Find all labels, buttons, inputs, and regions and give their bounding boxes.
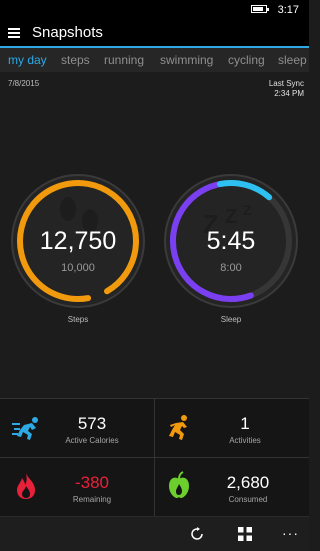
- tab-sleep[interactable]: sleep: [278, 53, 307, 67]
- tab-swimming[interactable]: swimming: [160, 53, 213, 67]
- sleep-goal: 8:00: [220, 262, 242, 274]
- steps-goal: 10,000: [61, 262, 95, 274]
- remaining-value: -380: [74, 473, 110, 492]
- tab-cycling[interactable]: cycling: [228, 53, 265, 67]
- active-calories-value: 573: [77, 414, 107, 433]
- sync-icon[interactable]: [189, 526, 205, 542]
- more-icon[interactable]: ···: [282, 525, 299, 541]
- flame-icon: [17, 473, 35, 499]
- status-time: 3:17: [277, 4, 299, 16]
- sleep-ring[interactable]: Z Z Z 5:45 8:00: [163, 173, 299, 309]
- tab-running[interactable]: running: [104, 53, 144, 67]
- sync-time: 2:34 PM: [274, 89, 304, 98]
- running-person-icon: [12, 417, 38, 440]
- sync-label: Last Sync: [268, 79, 304, 88]
- svg-text:Z: Z: [243, 202, 252, 218]
- app-header: Snapshots: [0, 20, 309, 48]
- page-title: Snapshots: [32, 24, 103, 41]
- divider: [154, 399, 155, 516]
- grid-icon[interactable]: [238, 527, 252, 541]
- last-sync: Last Sync 2:34 PM: [269, 79, 304, 99]
- sleep-value: 5:45: [206, 227, 256, 255]
- current-date: 7/8/2015: [8, 79, 40, 88]
- activities-value: 1: [240, 414, 250, 433]
- app-bar: ···: [0, 516, 309, 551]
- svg-text:Z: Z: [225, 206, 237, 228]
- activities-label: Activities: [229, 436, 261, 445]
- tab-steps[interactable]: steps: [61, 53, 90, 67]
- steps-value: 12,750: [39, 227, 117, 255]
- remaining-label: Remaining: [72, 495, 112, 504]
- tab-my-day[interactable]: my day: [8, 53, 47, 67]
- runner-icon: [169, 415, 187, 440]
- sleep-label: Sleep: [220, 315, 242, 324]
- apple-icon: [169, 471, 189, 498]
- hamburger-menu-icon[interactable]: [8, 28, 20, 38]
- battery-icon: [251, 5, 269, 13]
- consumed-label: Consumed: [228, 495, 268, 504]
- steps-ring[interactable]: 12,750 10,000: [10, 173, 146, 309]
- tab-bar: my day steps running swimming cycling sl…: [0, 48, 309, 72]
- status-bar: 3:17: [0, 0, 309, 20]
- consumed-value: 2,680: [226, 473, 270, 492]
- active-calories-label: Active Calories: [65, 436, 119, 445]
- steps-label: Steps: [67, 315, 89, 324]
- battery-fill: [253, 7, 264, 11]
